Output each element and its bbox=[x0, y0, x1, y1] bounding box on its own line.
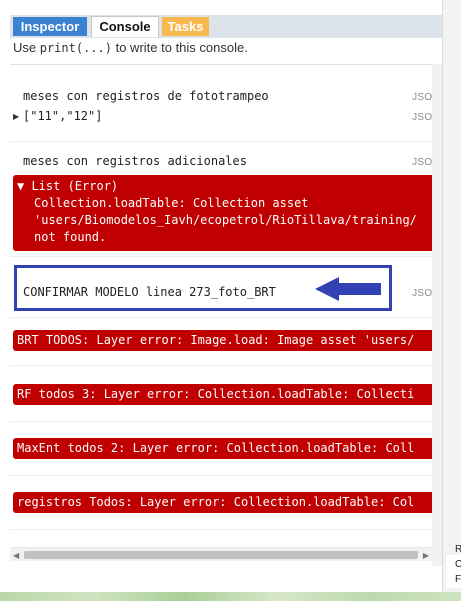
layer-error-brt-todos: BRT TODOS: Layer error: Image.load: Imag… bbox=[13, 330, 442, 351]
entry-separator bbox=[10, 475, 442, 476]
right-panel-letter: R bbox=[455, 544, 461, 555]
console-hint: Use print(...) to write to this console. bbox=[13, 40, 248, 55]
console-output[interactable]: meses con registros de fototrampeo JSON … bbox=[10, 64, 442, 566]
hint-prefix: Use bbox=[13, 40, 40, 55]
entry-separator bbox=[10, 317, 442, 318]
entry-value-meses-fototrampeo: ["11","12"] bbox=[23, 109, 103, 123]
tab-inspector[interactable]: Inspector bbox=[13, 17, 87, 36]
layer-error-maxent-todos: MaxEnt todos 2: Layer error: Collection.… bbox=[13, 438, 442, 459]
entry-separator bbox=[10, 256, 442, 257]
entry-label-confirmar: CONFIRMAR MODELO linea 273_foto_BRT bbox=[23, 285, 276, 299]
scroll-left-icon[interactable]: ◀ bbox=[13, 551, 19, 560]
hint-suffix: to write to this console. bbox=[111, 40, 248, 55]
right-panel-edge bbox=[442, 0, 461, 601]
list-error-head[interactable]: ▼ List (Error) bbox=[17, 179, 118, 193]
expand-caret-icon[interactable]: ▶ bbox=[13, 112, 19, 121]
scroll-right-icon[interactable]: ▶ bbox=[423, 551, 429, 560]
entry-separator bbox=[10, 365, 442, 366]
map-preview-strip bbox=[0, 592, 461, 601]
vertical-scrollbar[interactable] bbox=[432, 64, 442, 566]
list-error-line: Collection.loadTable: Collection asset bbox=[34, 196, 309, 210]
list-error-line: not found. bbox=[34, 230, 107, 244]
tab-console[interactable]: Console bbox=[91, 16, 159, 37]
layer-error-rf-todos: RF todos 3: Layer error: Collection.load… bbox=[13, 384, 442, 405]
layer-error-registros-todos: registros Todos: Layer error: Collection… bbox=[13, 492, 442, 513]
entry-label-meses-fototrampeo: meses con registros de fototrampeo bbox=[23, 89, 269, 103]
tab-tasks[interactable]: Tasks bbox=[162, 17, 209, 36]
entry-label-meses-adicionales: meses con registros adicionales bbox=[23, 154, 247, 168]
horizontal-scrollbar[interactable]: ◀ ▶ bbox=[10, 547, 432, 561]
annotation-arrow-icon bbox=[315, 277, 381, 301]
hint-code: print(...) bbox=[39, 41, 112, 55]
entry-separator bbox=[10, 141, 442, 142]
list-error-block: ▼ List (Error) Collection.loadTable: Col… bbox=[13, 175, 442, 251]
entry-separator bbox=[10, 529, 442, 530]
list-error-line: 'users/Biomodelos_Iavh/ecopetrol/RioTill… bbox=[34, 213, 417, 227]
console-footer bbox=[0, 566, 442, 592]
entry-separator bbox=[10, 421, 442, 422]
right-panel-letter: C bbox=[455, 559, 461, 570]
horizontal-scroll-thumb[interactable] bbox=[24, 551, 418, 559]
right-panel-letter: F bbox=[455, 574, 461, 585]
